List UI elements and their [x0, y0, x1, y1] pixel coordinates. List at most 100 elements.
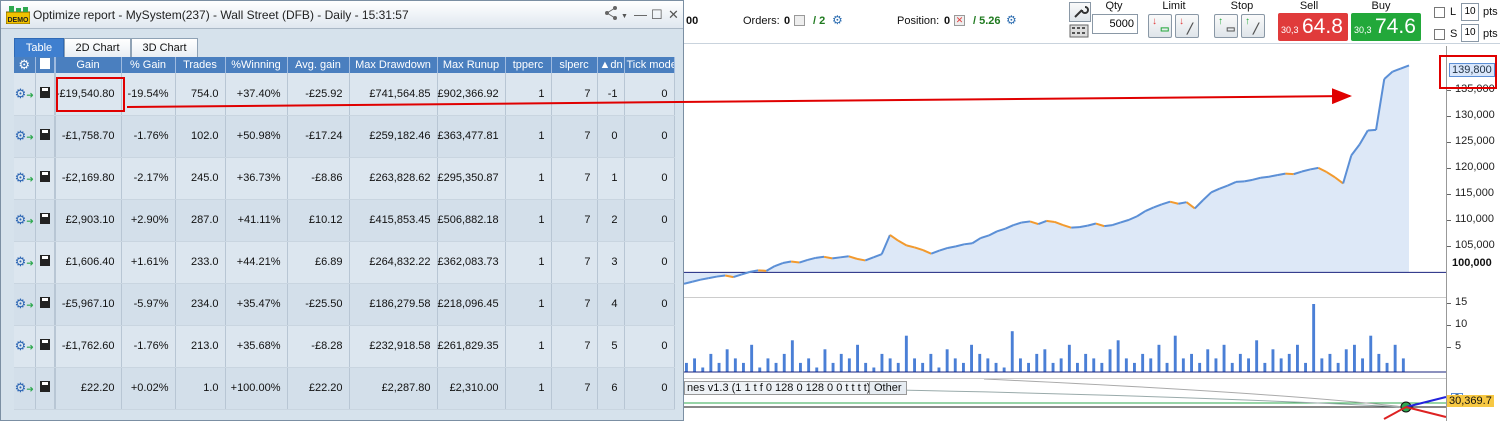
share-icon[interactable]	[603, 5, 619, 24]
cell-slperc[interactable]: 7	[551, 199, 598, 242]
cell-max-drawdown[interactable]: £415,853.45	[349, 199, 438, 242]
col-tpperc[interactable]: tpperc	[505, 57, 552, 73]
cell-avg-gain[interactable]: -£8.28	[287, 325, 350, 368]
cell-trades[interactable]: 754.0	[175, 73, 226, 116]
col-max-runup[interactable]: Max Runup	[437, 57, 506, 73]
qty-input[interactable]: 5000	[1092, 14, 1138, 34]
s-checkbox[interactable]	[1434, 29, 1445, 40]
cell-trades[interactable]: 233.0	[175, 241, 226, 284]
col-max-drawdown[interactable]: Max Drawdown	[349, 57, 438, 73]
cell-dn[interactable]: 5	[597, 325, 625, 368]
tab-table[interactable]: Table	[14, 38, 64, 58]
row-save-icon[interactable]	[35, 325, 55, 368]
cell-pct-gain[interactable]: -1.76%	[121, 325, 176, 368]
cell-pct-winning[interactable]: +50.98%	[225, 115, 288, 158]
position-close-icon[interactable]: ✕	[954, 15, 965, 26]
col-slperc[interactable]: slperc	[551, 57, 598, 73]
cell-max-runup[interactable]: £2,310.00	[437, 367, 506, 410]
row-settings-icon[interactable]: ⚙➜	[14, 325, 36, 368]
row-save-icon[interactable]	[35, 73, 55, 116]
cell-pct-gain[interactable]: -2.17%	[121, 157, 176, 200]
cell-tick-mode[interactable]: 0	[624, 115, 675, 158]
cell-avg-gain[interactable]: -£8.86	[287, 157, 350, 200]
cell-slperc[interactable]: 7	[551, 241, 598, 284]
tab-3d-chart[interactable]: 3D Chart	[131, 38, 198, 58]
minimize-icon[interactable]: —	[634, 7, 647, 22]
orders-close-icon[interactable]	[794, 15, 805, 26]
cell-slperc[interactable]: 7	[551, 73, 598, 116]
cell-tick-mode[interactable]: 0	[624, 241, 675, 284]
cell-max-drawdown[interactable]: £259,182.46	[349, 115, 438, 158]
cell-pct-gain[interactable]: +0.02%	[121, 367, 176, 410]
cell-tpperc[interactable]: 1	[505, 73, 552, 116]
table-row[interactable]: ⚙➜ £2,903.10 +2.90% 287.0 +41.11% £10.12 £415,…	[14, 199, 675, 242]
col-gain[interactable]: Gain	[55, 57, 122, 73]
cell-slperc[interactable]: 7	[551, 367, 598, 410]
cell-gain[interactable]: £2,903.10	[55, 199, 122, 242]
cell-max-runup[interactable]: £362,083.73	[437, 241, 506, 284]
cell-trades[interactable]: 213.0	[175, 325, 226, 368]
cell-dn[interactable]: -1	[597, 73, 625, 116]
cell-slperc[interactable]: 7	[551, 325, 598, 368]
cell-max-runup[interactable]: £261,829.35	[437, 325, 506, 368]
cell-max-runup[interactable]: £902,366.92	[437, 73, 506, 116]
table-row[interactable]: ⚙➜ £22.20 +0.02% 1.0 +100.00% £22.20 £2,287.80…	[14, 367, 675, 410]
cell-pct-gain[interactable]: +2.90%	[121, 199, 176, 242]
cell-tpperc[interactable]: 1	[505, 199, 552, 242]
cell-dn[interactable]: 4	[597, 283, 625, 326]
optimize-report-window[interactable]: DEMO Optimize report - MySystem(237) - W…	[0, 0, 684, 421]
sell-price-button[interactable]: 30,3 64.8	[1278, 13, 1348, 41]
close-icon[interactable]: ✕	[668, 7, 679, 23]
cell-dn[interactable]: 3	[597, 241, 625, 284]
cell-max-runup[interactable]: £363,477.81	[437, 115, 506, 158]
cell-dn[interactable]: 6	[597, 367, 625, 410]
row-settings-icon[interactable]: ⚙➜	[14, 115, 36, 158]
cell-dn[interactable]: 0	[597, 115, 625, 158]
cell-tick-mode[interactable]: 0	[624, 199, 675, 242]
price-axis[interactable]: 135,000 130,000 125,000 120,000 115,000 110,0…	[1446, 46, 1500, 421]
buy-price-button[interactable]: 30,3 74.6	[1351, 13, 1421, 41]
header-gear-icon[interactable]: ⚙	[14, 57, 36, 73]
row-save-icon[interactable]	[35, 199, 55, 242]
cell-tick-mode[interactable]: 0	[624, 325, 675, 368]
cell-tpperc[interactable]: 1	[505, 241, 552, 284]
cell-max-drawdown[interactable]: £232,918.58	[349, 325, 438, 368]
cell-avg-gain[interactable]: £10.12	[287, 199, 350, 242]
cell-pct-winning[interactable]: +100.00%	[225, 367, 288, 410]
cell-avg-gain[interactable]: £22.20	[287, 367, 350, 410]
buy-stop-button[interactable]: ↑ ▭	[1214, 14, 1238, 38]
indicator-label[interactable]: nes v1.3 (1 1 t f 0 128 0 128 0 0 t t t …	[684, 381, 874, 395]
cell-tpperc[interactable]: 1	[505, 115, 552, 158]
row-save-icon[interactable]	[35, 367, 55, 410]
cell-max-drawdown[interactable]: £186,279.58	[349, 283, 438, 326]
cell-avg-gain[interactable]: -£17.24	[287, 115, 350, 158]
cell-pct-winning[interactable]: +35.68%	[225, 325, 288, 368]
cell-max-drawdown[interactable]: £263,828.62	[349, 157, 438, 200]
cell-gain[interactable]: -£2,169.80	[55, 157, 122, 200]
table-row[interactable]: ⚙➜ -£1,762.60 -1.76% 213.0 +35.68% -£8.28 £232…	[14, 325, 675, 368]
cell-trades[interactable]: 287.0	[175, 199, 226, 242]
cell-avg-gain[interactable]: £6.89	[287, 241, 350, 284]
cell-pct-gain[interactable]: -1.76%	[121, 115, 176, 158]
cell-pct-gain[interactable]: -5.97%	[121, 283, 176, 326]
share-dropdown-icon[interactable]: ▼	[621, 13, 628, 20]
maximize-icon[interactable]: ☐	[651, 7, 663, 23]
cell-trades[interactable]: 1.0	[175, 367, 226, 410]
cell-pct-gain[interactable]: +1.61%	[121, 241, 176, 284]
cell-max-runup[interactable]: £506,882.18	[437, 199, 506, 242]
row-settings-icon[interactable]: ⚙➜	[14, 157, 36, 200]
cell-trades[interactable]: 102.0	[175, 115, 226, 158]
keypad-icon[interactable]	[1069, 24, 1091, 40]
cell-dn[interactable]: 1	[597, 157, 625, 200]
cell-max-drawdown[interactable]: £741,564.85	[349, 73, 438, 116]
col-pct-winning[interactable]: %Winning	[225, 57, 288, 73]
col-tick-mode[interactable]: Tick mode	[624, 57, 675, 73]
cell-avg-gain[interactable]: -£25.92	[287, 73, 350, 116]
window-titlebar[interactable]: DEMO Optimize report - MySystem(237) - W…	[1, 1, 683, 29]
buy-limit-button[interactable]: ↓ ▭	[1148, 14, 1172, 38]
s-points-input[interactable]: 10	[1461, 24, 1479, 42]
col-dn[interactable]: ▲dn	[597, 57, 625, 73]
sell-limit-button[interactable]: ↓ ╱	[1175, 14, 1199, 38]
col-avg-gain[interactable]: Avg. gain	[287, 57, 350, 73]
l-points-input[interactable]: 10	[1461, 3, 1479, 21]
